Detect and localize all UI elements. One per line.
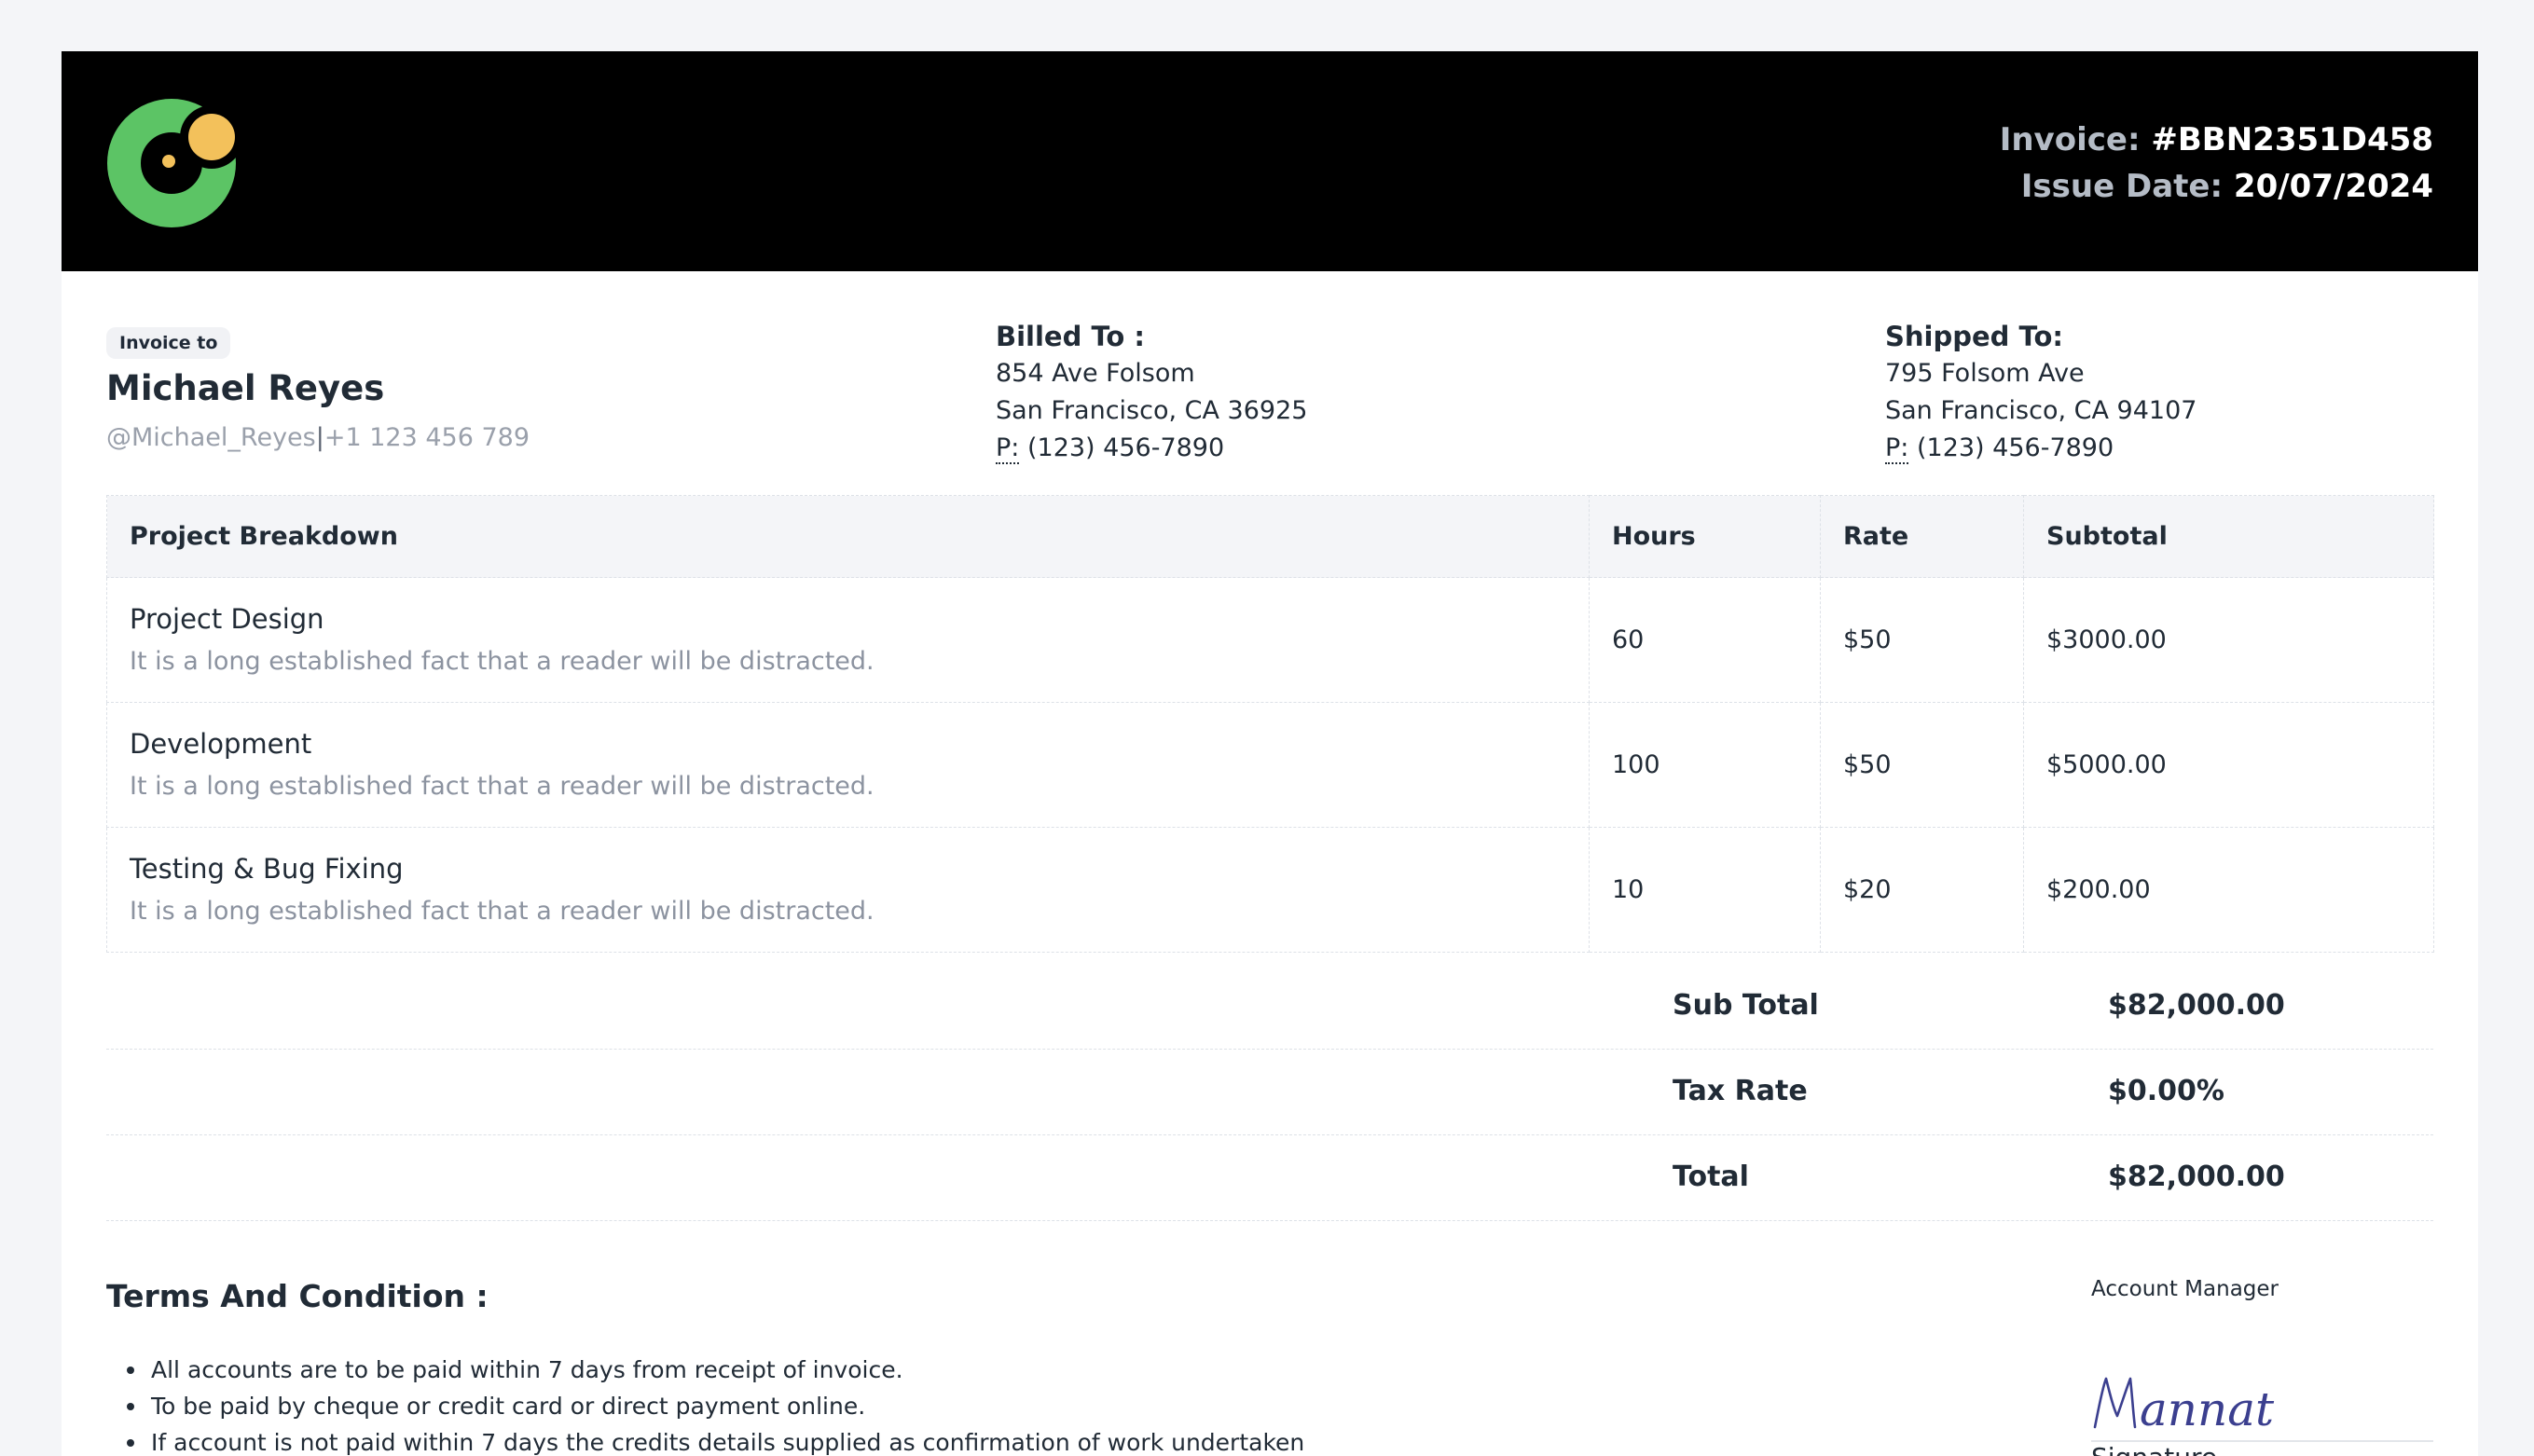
list-item: To be paid by cheque or credit card or d… bbox=[106, 1388, 1304, 1424]
item-rate: $50 bbox=[1820, 577, 2024, 703]
shipped-to-phone: (123) 456-7890 bbox=[1916, 433, 2114, 462]
signature-image: annat bbox=[2091, 1377, 2433, 1442]
billed-to-phone: (123) 456-7890 bbox=[1026, 433, 1225, 462]
item-rate: $50 bbox=[1820, 702, 2024, 828]
terms-title: Terms And Condition : bbox=[106, 1278, 489, 1314]
item-name: Testing & Bug Fixing bbox=[130, 852, 404, 885]
item-rate: $20 bbox=[1820, 827, 2024, 953]
shipped-to-line2: San Francisco, CA 94107 bbox=[1885, 396, 2197, 425]
billed-to-title: Billed To : bbox=[996, 321, 1145, 352]
total-value: $82,000.00 bbox=[2108, 1161, 2285, 1193]
item-subtotal: $5000.00 bbox=[2023, 702, 2434, 828]
table-row: Development It is a long established fac… bbox=[106, 702, 2434, 828]
total-label: Total bbox=[1673, 1161, 1749, 1193]
project-breakdown-table: Project Breakdown Hours Rate Subtotal Pr… bbox=[106, 495, 2434, 953]
item-cell: Testing & Bug Fixing It is a long establ… bbox=[106, 827, 1590, 953]
item-cell: Project Design It is a long established … bbox=[106, 577, 1590, 703]
invoice-meta: Invoice: #BBN2351D458 Issue Date: 20/07/… bbox=[2000, 117, 2433, 210]
subtotal-label: Sub Total bbox=[1673, 989, 1819, 1022]
column-header-subtotal: Subtotal bbox=[2023, 495, 2434, 578]
item-hours: 10 bbox=[1589, 827, 1821, 953]
billed-to-phone-label: P: bbox=[996, 433, 1020, 464]
invoice-number-line: Invoice: #BBN2351D458 bbox=[2000, 117, 2433, 163]
item-name: Development bbox=[130, 727, 312, 760]
signature-label: Signature bbox=[2091, 1442, 2217, 1456]
table-row: Project Design It is a long established … bbox=[106, 577, 2434, 703]
table-row: Testing & Bug Fixing It is a long establ… bbox=[106, 827, 2434, 953]
invoice-to-badge: Invoice to bbox=[106, 327, 231, 359]
shipped-to-phone-label: P: bbox=[1885, 433, 1909, 464]
invoice-number: #BBN2351D458 bbox=[2151, 121, 2433, 158]
shipped-to-phone-line: P: (123) 456-7890 bbox=[1885, 430, 2197, 467]
client-name: Michael Reyes bbox=[106, 368, 385, 408]
billed-to-line2: San Francisco, CA 36925 bbox=[996, 396, 1308, 425]
item-hours: 60 bbox=[1589, 577, 1821, 703]
client-handle: @Michael_Reyes bbox=[106, 423, 316, 452]
list-item: If account is not paid within 7 days the… bbox=[106, 1424, 1304, 1456]
issue-date: 20/07/2024 bbox=[2233, 168, 2433, 205]
column-header-project: Project Breakdown bbox=[106, 495, 1590, 578]
tax-rate-label: Tax Rate bbox=[1673, 1075, 1808, 1107]
list-item: All accounts are to be paid within 7 day… bbox=[106, 1352, 1304, 1388]
billed-to-block: Billed To : 854 Ave Folsom San Francisco… bbox=[996, 318, 1307, 467]
item-description: It is a long established fact that a rea… bbox=[130, 771, 875, 801]
contact-separator: | bbox=[315, 423, 324, 452]
column-header-hours: Hours bbox=[1589, 495, 1821, 578]
account-manager-label: Account Manager bbox=[2091, 1277, 2279, 1301]
shipped-to-title: Shipped To: bbox=[1885, 321, 2063, 352]
signature-text: annat bbox=[2140, 1382, 2275, 1436]
shipped-to-block: Shipped To: 795 Folsom Ave San Francisco… bbox=[1885, 318, 2197, 467]
item-name: Project Design bbox=[130, 602, 324, 635]
table-header-row: Project Breakdown Hours Rate Subtotal bbox=[106, 495, 2434, 578]
invoice-card: Invoice: #BBN2351D458 Issue Date: 20/07/… bbox=[62, 51, 2478, 1456]
subtotal-value: $82,000.00 bbox=[2108, 989, 2285, 1022]
tax-rate-value: $0.00% bbox=[2108, 1075, 2224, 1107]
item-cell: Development It is a long established fac… bbox=[106, 702, 1590, 828]
company-logo-icon bbox=[107, 99, 237, 227]
item-subtotal: $3000.00 bbox=[2023, 577, 2434, 703]
item-hours: 100 bbox=[1589, 702, 1821, 828]
shipped-to-line1: 795 Folsom Ave bbox=[1885, 359, 2085, 388]
item-subtotal: $200.00 bbox=[2023, 827, 2434, 953]
billed-to-phone-line: P: (123) 456-7890 bbox=[996, 430, 1307, 467]
subtotal-row: Sub Total $82,000.00 bbox=[106, 963, 2433, 1050]
column-header-rate: Rate bbox=[1820, 495, 2024, 578]
invoice-number-label: Invoice: bbox=[1999, 121, 2141, 158]
item-description: It is a long established fact that a rea… bbox=[130, 646, 875, 676]
issue-date-line: Issue Date: 20/07/2024 bbox=[2000, 163, 2433, 210]
item-description: It is a long established fact that a rea… bbox=[130, 896, 875, 926]
client-phone: +1 123 456 789 bbox=[324, 423, 530, 452]
billed-to-line1: 854 Ave Folsom bbox=[996, 359, 1195, 388]
terms-list: All accounts are to be paid within 7 day… bbox=[106, 1356, 1304, 1456]
issue-date-label: Issue Date: bbox=[2020, 168, 2224, 205]
tax-rate-row: Tax Rate $0.00% bbox=[106, 1049, 2433, 1135]
invoice-header: Invoice: #BBN2351D458 Issue Date: 20/07/… bbox=[62, 51, 2478, 271]
total-row: Total $82,000.00 bbox=[106, 1134, 2433, 1221]
client-contact: @Michael_Reyes|+1 123 456 789 bbox=[106, 423, 530, 452]
